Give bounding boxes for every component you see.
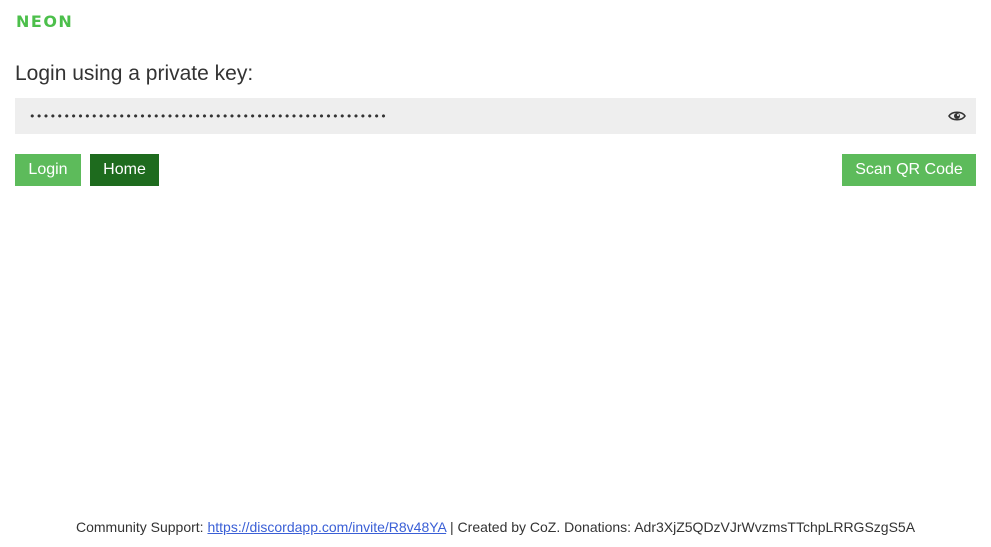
login-button[interactable]: Login xyxy=(15,154,81,186)
neon-logo: NEON xyxy=(16,12,74,31)
support-prefix: Community Support: xyxy=(75,519,204,535)
private-key-input[interactable] xyxy=(15,98,935,134)
discord-support-link[interactable]: https://discordapp.com/invite/R8v48YA xyxy=(207,519,446,535)
private-key-field xyxy=(15,98,976,134)
page-title: Login using a private key: xyxy=(15,62,254,85)
scan-qr-code-button[interactable]: Scan QR Code xyxy=(842,154,976,186)
footer-credits: | Created by CoZ. Donations: Adr3XjZ5QDz… xyxy=(450,519,916,535)
home-button[interactable]: Home xyxy=(90,154,159,186)
eye-icon[interactable] xyxy=(948,108,966,124)
footer: Community Support: https://discordapp.co… xyxy=(0,519,991,535)
